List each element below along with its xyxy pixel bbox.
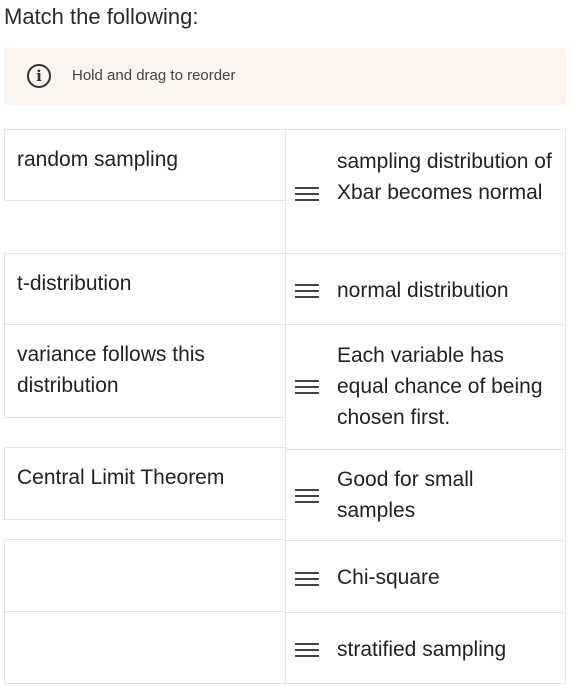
draggable-item[interactable]: normal distribution	[285, 253, 566, 325]
draggable-item-label: stratified sampling	[337, 638, 507, 661]
left-item	[4, 611, 287, 684]
draggable-item[interactable]: Each variable has equal chance of being …	[285, 324, 566, 450]
left-item-label: t-distribution	[17, 272, 132, 295]
left-item-label: Central Limit Theorem	[17, 466, 225, 489]
drag-handle-icon[interactable]	[295, 489, 319, 503]
draggable-item[interactable]: sampling distribution of Xbar becomes no…	[285, 129, 566, 254]
draggable-item-label: Good for small samples	[337, 468, 474, 522]
left-item: t-distribution	[4, 253, 287, 326]
match-board: random sampling t-distribution variance …	[0, 0, 571, 686]
left-item-label: random sampling	[17, 148, 179, 171]
drag-handle-icon[interactable]	[295, 572, 319, 586]
left-item: random sampling	[4, 129, 287, 201]
draggable-item[interactable]: Good for small samples	[285, 449, 566, 541]
left-item-label: variance follows this distribution	[17, 343, 205, 397]
drag-handle-icon[interactable]	[295, 284, 319, 298]
drag-handle-icon[interactable]	[295, 187, 319, 201]
draggable-item-label: normal distribution	[337, 279, 509, 302]
draggable-item-label: Chi-square	[337, 566, 440, 589]
draggable-item[interactable]: Chi-square	[285, 540, 566, 613]
draggable-item-label: Each variable has equal chance of being …	[337, 344, 543, 429]
draggable-item-label: sampling distribution of Xbar becomes no…	[337, 150, 552, 204]
draggable-item[interactable]: stratified sampling	[285, 612, 566, 684]
left-item: variance follows this distribution	[4, 324, 287, 418]
drag-handle-icon[interactable]	[295, 643, 319, 657]
drag-handle-icon[interactable]	[295, 380, 319, 394]
left-item: Central Limit Theorem	[4, 447, 287, 520]
left-item	[4, 539, 287, 614]
